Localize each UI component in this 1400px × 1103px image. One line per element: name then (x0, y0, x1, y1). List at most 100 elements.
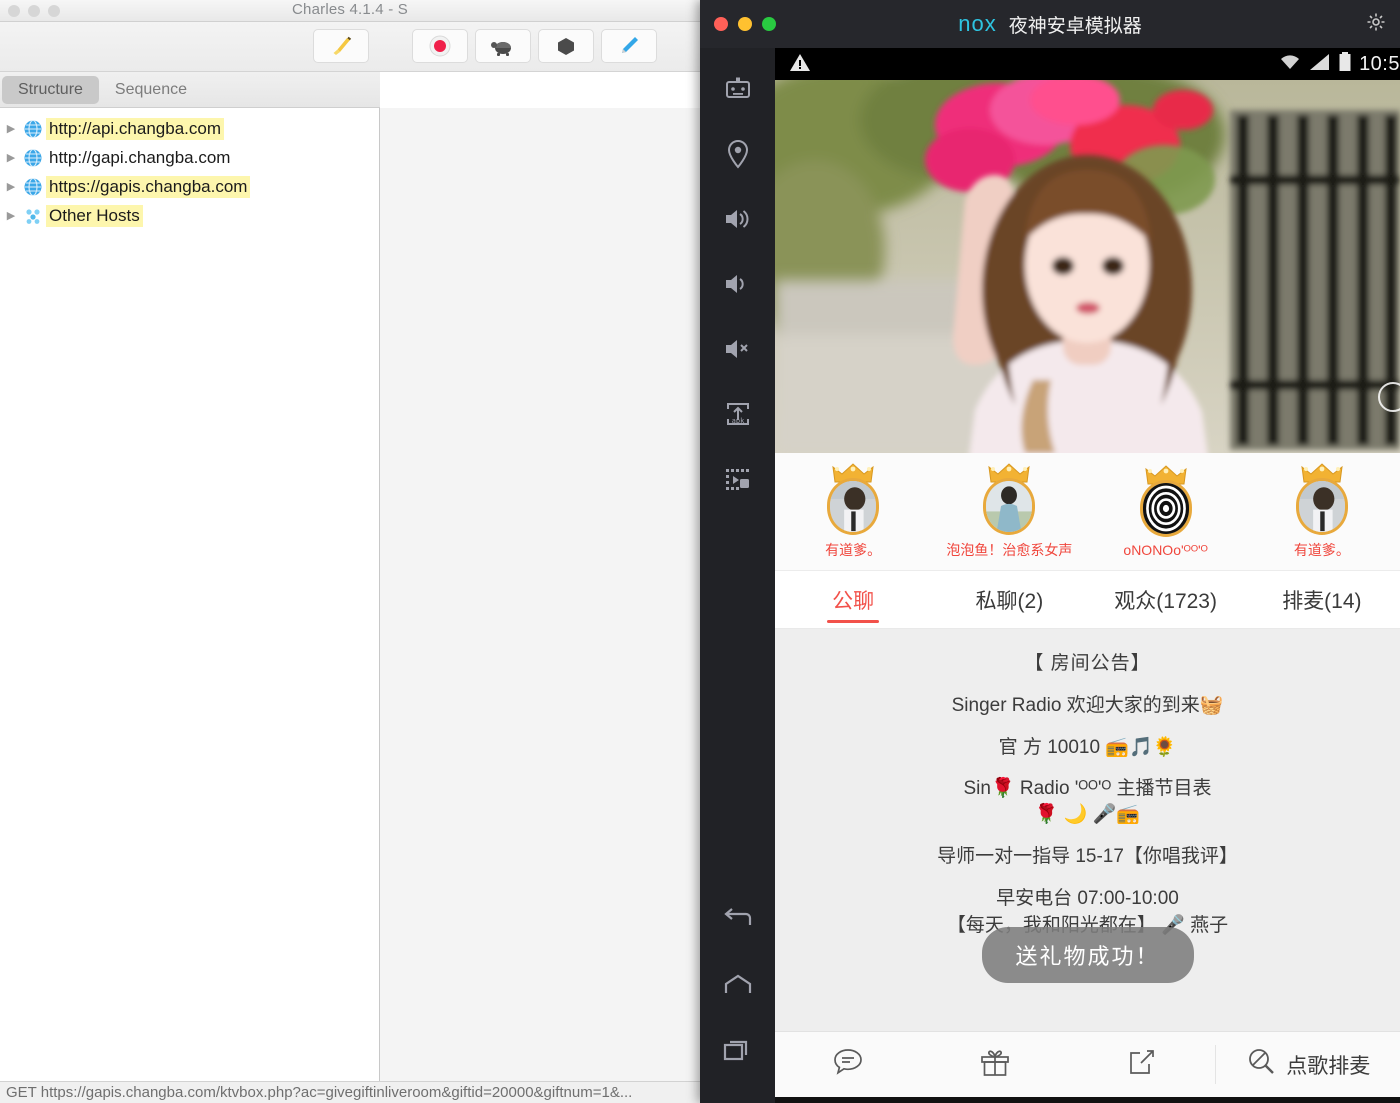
song-search-icon (1246, 1046, 1278, 1083)
person-photo (1298, 481, 1345, 532)
gear-icon[interactable] (1366, 12, 1386, 37)
contributor-avatar[interactable]: oNONOo'ᴼᴼ'ᴼ (1088, 465, 1244, 558)
charles-window-title: Charles 4.1.4 - S (292, 1, 408, 18)
compose-request-button[interactable] (601, 29, 657, 63)
avatar (978, 463, 1040, 535)
location-pin-icon (725, 139, 751, 174)
tree-row[interactable]: ▶ http://api.changba.com (0, 114, 379, 143)
sidebar-item-home[interactable] (715, 973, 761, 1019)
spiral-pattern (1142, 483, 1189, 534)
sidebar-item-volume-down[interactable] (715, 263, 761, 309)
globe-icon (20, 146, 46, 170)
charles-toolbar-group-left (313, 29, 369, 63)
sidebar-item-toolbox[interactable] (715, 68, 761, 114)
avatar (1135, 465, 1197, 537)
charles-title-bar: Charles 4.1.4 - S (0, 0, 700, 22)
sidebar-item-back[interactable] (715, 907, 761, 954)
apk-install-icon: apk (723, 400, 753, 433)
avatar-photo (1295, 478, 1348, 535)
nox-logo: nox (958, 11, 997, 36)
share-button[interactable] (1069, 1032, 1216, 1097)
breakpoint-settings-button[interactable] (538, 29, 594, 63)
recents-icon (722, 1037, 754, 1068)
song-request-button[interactable]: 点歌排麦 (1215, 1045, 1400, 1084)
avatar (822, 463, 884, 535)
android-device-screen: 10:5 有道爹。 泡泡鱼！治愈系女声 oNONOo'ᴼᴼ'ᴼ 有道爹。 公聊 … (775, 48, 1400, 1103)
disclosure-triangle-icon[interactable]: ▶ (2, 151, 20, 164)
tree-label: Other Hosts (46, 204, 143, 227)
home-icon (722, 973, 754, 1002)
sidebar-item-volume-mute[interactable] (715, 328, 761, 374)
tree-row[interactable]: ▶ Other Hosts (0, 201, 379, 230)
tree-row[interactable]: ▶ https://gapis.changba.com (0, 172, 379, 201)
announcement-title: 【 房间公告】 (1024, 653, 1151, 674)
record-icon (428, 34, 452, 58)
hexagon-icon (555, 35, 577, 57)
sidebar-item-location[interactable] (715, 133, 761, 179)
person-photo (986, 481, 1033, 532)
android-status-icons: 10:5 (1278, 51, 1400, 78)
disclosure-triangle-icon[interactable]: ▶ (2, 122, 20, 135)
tree-label: https://gapis.changba.com (46, 175, 251, 198)
record-toggle-button[interactable] (412, 29, 468, 63)
avatar (1291, 463, 1353, 535)
charles-view-tabs: Structure Sequence (0, 72, 380, 108)
disclosure-triangle-icon[interactable]: ▶ (2, 209, 20, 222)
turtle-icon (490, 36, 516, 56)
charles-status-bar: GET https://gapis.changba.com/ktvbox.php… (0, 1081, 700, 1103)
sidebar-item-install-apk[interactable]: apk (715, 393, 761, 439)
tab-public-chat[interactable]: 公聊 (775, 571, 931, 628)
broom-icon (329, 34, 353, 58)
chat-message-list[interactable]: 【 房间公告】 Singer Radio 欢迎大家的到来🧺 官 方 10010 … (775, 629, 1400, 1031)
chat-button[interactable] (775, 1032, 922, 1097)
back-arrow-icon (722, 907, 754, 938)
svg-text:apk: apk (731, 417, 744, 425)
screen-record-icon (723, 465, 753, 498)
globe-icon (20, 175, 46, 199)
live-video-stream[interactable] (775, 80, 1400, 453)
top-contributors-row: 有道爹。 泡泡鱼！治愈系女声 oNONOo'ᴼᴼ'ᴼ 有道爹。 (775, 453, 1400, 571)
hosts-cluster-icon (20, 204, 46, 228)
tab-mic-queue[interactable]: 排麦(14) (1244, 571, 1400, 628)
throttle-settings-button[interactable] (475, 29, 531, 63)
nox-sidebar: apk (700, 48, 775, 1103)
person-photo (830, 481, 877, 532)
announcement-line: 官 方 10010 📻🎵🌻 (998, 736, 1177, 758)
tab-structure[interactable]: Structure (2, 75, 99, 104)
signal-bars-icon (1309, 52, 1331, 77)
toast-message: 送礼物成功！ (981, 927, 1194, 983)
contributor-avatar[interactable]: 泡泡鱼！治愈系女声 (931, 463, 1087, 560)
sidebar-item-recents[interactable] (715, 1038, 761, 1084)
tab-audience[interactable]: 观众(1723) (1088, 571, 1244, 628)
status-bar-clock: 10:5 (1359, 52, 1400, 75)
tree-label: http://api.changba.com (46, 117, 225, 140)
charles-body: ▶ http://api.changba.com ▶ http://gapi.c… (0, 108, 700, 1081)
contributor-avatar[interactable]: 有道爹。 (775, 463, 931, 560)
charles-toolbar-group-right (412, 29, 657, 63)
avatar-name: 泡泡鱼！治愈系女声 (946, 542, 1073, 558)
contributor-avatar[interactable]: 有道爹。 (1244, 463, 1400, 560)
clear-session-button[interactable] (313, 29, 369, 63)
chat-tab-bar: 公聊 私聊(2) 观众(1723) 排麦(14) (775, 571, 1400, 629)
avatar-name: 有道爹。 (825, 542, 882, 558)
sidebar-item-screen-record[interactable] (715, 458, 761, 504)
tab-sequence[interactable]: Sequence (99, 76, 203, 104)
avatar-photo (1139, 480, 1192, 537)
tree-row[interactable]: ▶ http://gapi.changba.com (0, 143, 379, 172)
chat-bubble-icon (831, 1045, 865, 1084)
robot-icon (723, 76, 753, 107)
gift-icon (978, 1045, 1012, 1084)
pen-icon (617, 34, 641, 58)
disclosure-triangle-icon[interactable]: ▶ (2, 180, 20, 193)
video-frame-image (775, 80, 1400, 453)
share-icon (1125, 1045, 1159, 1084)
tab-private-chat[interactable]: 私聊(2) (931, 571, 1087, 628)
globe-icon (20, 117, 46, 141)
gift-button[interactable] (922, 1032, 1069, 1097)
screen-root: Charles 4.1.4 - S Structure Sequence ▶ h… (0, 0, 1400, 1103)
volume-mute-icon (723, 336, 753, 367)
song-request-label: 点歌排麦 (1286, 1054, 1371, 1078)
avatar-photo (983, 478, 1036, 535)
sidebar-item-volume-up[interactable] (715, 198, 761, 244)
nox-brand: nox 夜神安卓模拟器 (700, 11, 1400, 38)
